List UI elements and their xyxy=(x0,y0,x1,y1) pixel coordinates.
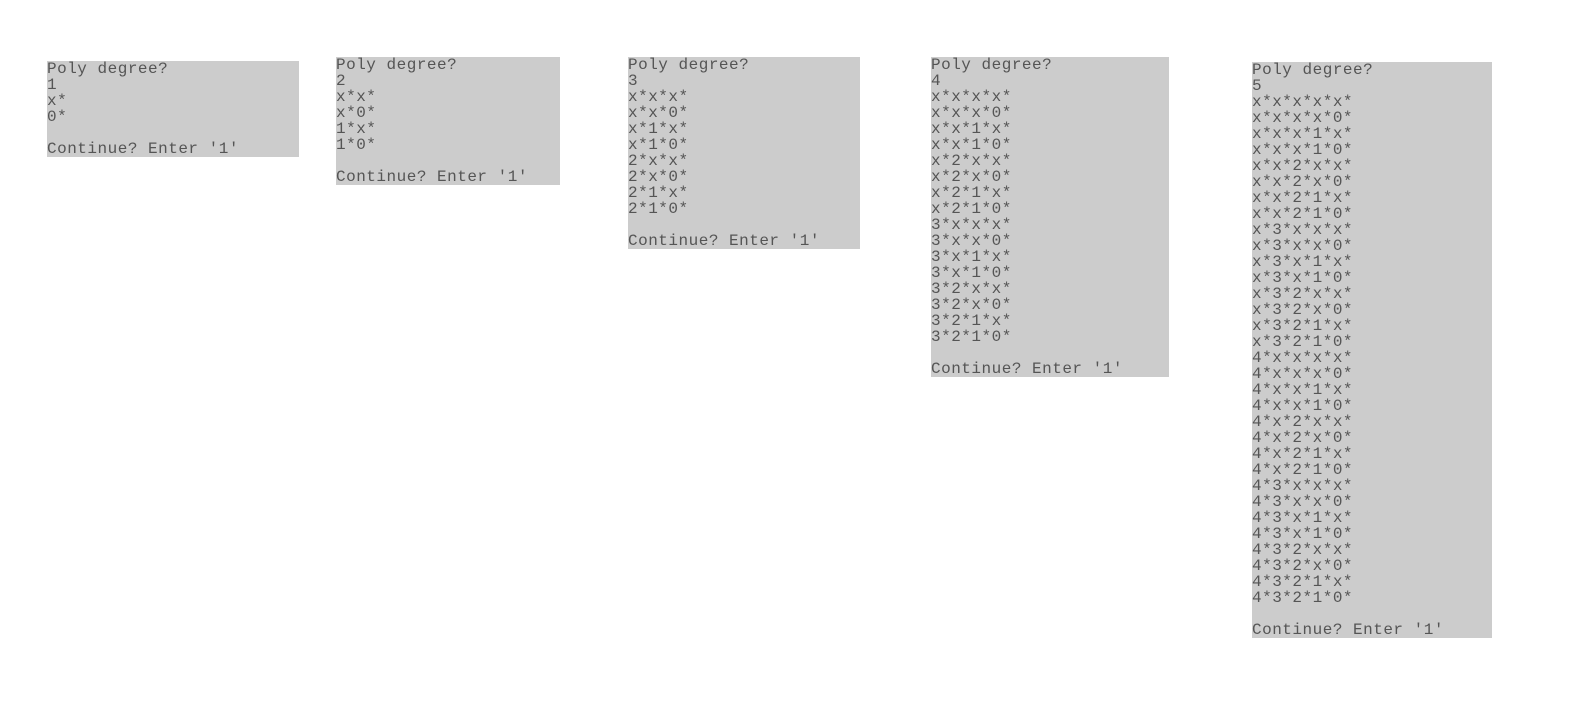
blank-line xyxy=(336,153,560,169)
output-line: 4*x*x*x*x* xyxy=(1252,350,1492,366)
output-line: x*x*x* xyxy=(628,89,860,105)
output-line: 3*x*1*x* xyxy=(931,249,1169,265)
continue-prompt: Continue? Enter '1' xyxy=(336,169,560,185)
continue-prompt: Continue? Enter '1' xyxy=(47,141,299,157)
output-line: 4*3*x*1*x* xyxy=(1252,510,1492,526)
blank-line xyxy=(47,125,299,141)
output-line: x*3*2*x*0* xyxy=(1252,302,1492,318)
degree-input: 3 xyxy=(628,73,860,89)
degree-input: 2 xyxy=(336,73,560,89)
output-line: 2*x*x* xyxy=(628,153,860,169)
continue-prompt: Continue? Enter '1' xyxy=(931,361,1169,377)
terminal-4[interactable]: Poly degree?4x*x*x*x*x*x*x*0*x*x*1*x*x*x… xyxy=(931,57,1169,377)
continue-prompt: Continue? Enter '1' xyxy=(1252,622,1492,638)
output-line: x*2*1*0* xyxy=(931,201,1169,217)
output-line: 4*3*x*x*0* xyxy=(1252,494,1492,510)
output-line: x*3*2*1*0* xyxy=(1252,334,1492,350)
output-line: x*x*x*1*x* xyxy=(1252,126,1492,142)
blank-line xyxy=(1252,606,1492,622)
blank-line xyxy=(628,217,860,233)
output-line: x*x*x*x*x* xyxy=(1252,94,1492,110)
output-line: x*1*x* xyxy=(628,121,860,137)
output-line: x*3*x*x*0* xyxy=(1252,238,1492,254)
output-line: 2*1*x* xyxy=(628,185,860,201)
output-line: 3*2*x*x* xyxy=(931,281,1169,297)
output-line: 3*x*x*0* xyxy=(931,233,1169,249)
output-line: 4*3*2*x*x* xyxy=(1252,542,1492,558)
output-line: x*3*2*x*x* xyxy=(1252,286,1492,302)
output-line: 4*x*2*1*0* xyxy=(1252,462,1492,478)
output-line: 4*x*x*1*0* xyxy=(1252,398,1492,414)
output-line: x*x*0* xyxy=(628,105,860,121)
output-line: x*x*x*x* xyxy=(931,89,1169,105)
output-line: x*3*2*1*x* xyxy=(1252,318,1492,334)
output-line: x*1*0* xyxy=(628,137,860,153)
output-line: x* xyxy=(47,93,299,109)
output-line: x*x* xyxy=(336,89,560,105)
terminal-1[interactable]: Poly degree?1x*0* Continue? Enter '1' xyxy=(47,61,299,157)
output-line: 4*x*x*1*x* xyxy=(1252,382,1492,398)
output-line: 3*x*1*0* xyxy=(931,265,1169,281)
prompt-text: Poly degree? xyxy=(1252,62,1492,78)
output-line: 1*x* xyxy=(336,121,560,137)
output-line: 3*2*1*x* xyxy=(931,313,1169,329)
output-line: x*x*2*x*x* xyxy=(1252,158,1492,174)
output-line: x*x*x*x*0* xyxy=(1252,110,1492,126)
degree-input: 1 xyxy=(47,77,299,93)
output-line: 3*2*x*0* xyxy=(931,297,1169,313)
prompt-text: Poly degree? xyxy=(336,57,560,73)
prompt-text: Poly degree? xyxy=(931,57,1169,73)
output-line: x*2*x*x* xyxy=(931,153,1169,169)
output-line: x*0* xyxy=(336,105,560,121)
output-line: 4*x*2*x*x* xyxy=(1252,414,1492,430)
output-line: x*2*1*x* xyxy=(931,185,1169,201)
prompt-text: Poly degree? xyxy=(47,61,299,77)
output-line: 1*0* xyxy=(336,137,560,153)
output-line: 4*x*2*1*x* xyxy=(1252,446,1492,462)
output-line: x*3*x*1*x* xyxy=(1252,254,1492,270)
output-line: x*x*x*1*0* xyxy=(1252,142,1492,158)
output-line: x*3*x*x*x* xyxy=(1252,222,1492,238)
output-line: 0* xyxy=(47,109,299,125)
output-line: x*x*1*0* xyxy=(931,137,1169,153)
output-line: 4*3*x*1*0* xyxy=(1252,526,1492,542)
degree-input: 4 xyxy=(931,73,1169,89)
continue-prompt: Continue? Enter '1' xyxy=(628,233,860,249)
output-line: x*x*x*0* xyxy=(931,105,1169,121)
terminal-3[interactable]: Poly degree?3x*x*x*x*x*0*x*1*x*x*1*0*2*x… xyxy=(628,57,860,249)
output-line: 3*2*1*0* xyxy=(931,329,1169,345)
output-line: 4*x*2*x*0* xyxy=(1252,430,1492,446)
output-line: 4*x*x*x*0* xyxy=(1252,366,1492,382)
output-line: 4*3*2*1*0* xyxy=(1252,590,1492,606)
blank-line xyxy=(931,345,1169,361)
output-line: 4*3*2*x*0* xyxy=(1252,558,1492,574)
terminal-2[interactable]: Poly degree?2x*x*x*0*1*x*1*0* Continue? … xyxy=(336,57,560,185)
output-line: 4*3*2*1*x* xyxy=(1252,574,1492,590)
output-line: x*x*2*1*x* xyxy=(1252,190,1492,206)
prompt-text: Poly degree? xyxy=(628,57,860,73)
output-line: 2*x*0* xyxy=(628,169,860,185)
output-line: 3*x*x*x* xyxy=(931,217,1169,233)
terminal-5[interactable]: Poly degree?5x*x*x*x*x*x*x*x*x*0*x*x*x*1… xyxy=(1252,62,1492,638)
output-line: x*2*x*0* xyxy=(931,169,1169,185)
output-line: x*x*2*x*0* xyxy=(1252,174,1492,190)
output-line: 4*3*x*x*x* xyxy=(1252,478,1492,494)
degree-input: 5 xyxy=(1252,78,1492,94)
output-line: x*x*1*x* xyxy=(931,121,1169,137)
output-line: x*x*2*1*0* xyxy=(1252,206,1492,222)
output-line: 2*1*0* xyxy=(628,201,860,217)
output-line: x*3*x*1*0* xyxy=(1252,270,1492,286)
